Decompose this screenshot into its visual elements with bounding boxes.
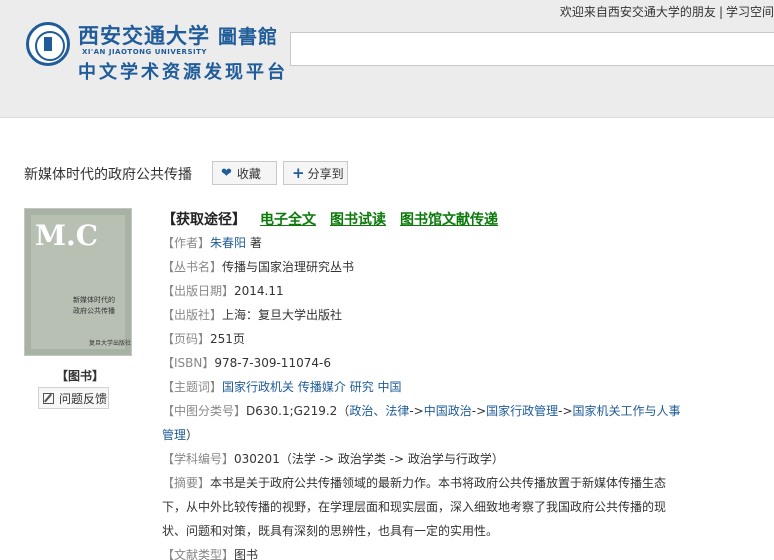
- logo-subtitle: 中文学术资源发现平台: [78, 62, 288, 83]
- subject-link[interactable]: 传播媒介: [298, 380, 346, 394]
- date-value: 2014.11: [234, 284, 284, 298]
- cover-title-line-2: 政府公共传播: [73, 307, 115, 315]
- cover-publisher: 复旦大学出版社: [89, 340, 132, 347]
- publisher-value: 上海：复旦大学出版社: [222, 308, 343, 322]
- book-title: 新媒体时代的政府公共传播: [24, 167, 192, 183]
- abstract-label: 【摘要】: [162, 476, 211, 490]
- doctype-row: 【文献类型】图书: [162, 543, 682, 560]
- date-label: 【出版日期】: [162, 284, 235, 298]
- header: 西安交通大学 圖書館 XI'AN JIAOTONG UNIVERSITY 中文学术…: [0, 0, 774, 118]
- edit-icon: [43, 392, 54, 404]
- subject-row: 【主题词】国家行政机关 传播媒介 研究 中国: [162, 375, 682, 399]
- cover-artwork: M.C 新媒体时代的 政府公共传播 复旦大学出版社: [31, 215, 131, 349]
- logo-english: XI'AN JIAOTONG UNIVERSITY: [82, 48, 207, 56]
- clc-link[interactable]: 国家行政管理: [486, 404, 558, 418]
- doctype-value: 图书: [234, 548, 259, 560]
- author-link[interactable]: 朱春阳: [210, 236, 246, 250]
- clc-arrow: ->: [471, 404, 487, 418]
- pages-value: 251页: [210, 332, 245, 346]
- author-suffix: 著: [246, 236, 262, 250]
- author-label: 【作者】: [162, 236, 211, 250]
- feedback-label: 问题反馈: [59, 391, 108, 406]
- subject-link[interactable]: 中国: [378, 380, 402, 394]
- series-label: 【丛书名】: [162, 260, 223, 274]
- clc-close: ）: [186, 428, 199, 442]
- favorite-label: 收藏: [236, 166, 261, 181]
- series-row: 【丛书名】传播与国家治理研究丛书: [162, 255, 682, 279]
- abstract-text: 本书是关于政府公共传播领域的最新力作。本书将政府公共传播放置于新媒体传播生态下，…: [162, 476, 667, 538]
- heart-icon: ❤: [221, 165, 232, 181]
- clc-open: （: [337, 404, 350, 418]
- plus-icon: +: [292, 164, 305, 182]
- clc-link[interactable]: 政治、法律: [349, 404, 409, 418]
- discipline-label: 【学科编号】: [162, 452, 235, 466]
- clc-arrow: ->: [558, 404, 573, 418]
- share-button[interactable]: + 分享到: [283, 161, 348, 185]
- access-label: 【获取途径】: [162, 212, 246, 228]
- abstract-row: 【摘要】本书是关于政府公共传播领域的最新力作。本书将政府公共传播放置于新媒体传播…: [162, 471, 682, 543]
- isbn-value: 978-7-309-11074-6: [214, 356, 331, 370]
- subject-link[interactable]: 研究: [350, 380, 374, 394]
- isbn-label: 【ISBN】: [162, 356, 215, 370]
- clc-label: 【中图分类号】: [162, 404, 247, 418]
- welcome-bar: 欢迎来自西安交通大学的朋友 | 学习空间: [560, 3, 774, 20]
- discipline-row: 【学科编号】030201（法学 -> 政治学类 -> 政治学与行政学）: [162, 447, 682, 471]
- favorite-button[interactable]: ❤ 收藏: [212, 161, 277, 185]
- pages-row: 【页码】251页: [162, 327, 682, 351]
- feedback-button[interactable]: 问题反馈: [38, 387, 109, 409]
- title-row: 新媒体时代的政府公共传播 ❤ 收藏 + 分享到: [24, 160, 724, 186]
- clc-code: D630.1;G219.2: [246, 404, 338, 418]
- item-type-badge: 【图书】: [56, 369, 105, 383]
- author-row: 【作者】朱春阳 著: [162, 231, 682, 255]
- document-delivery-link[interactable]: 图书馆文献传递: [400, 209, 498, 229]
- cover-mc-text: M.C: [35, 219, 99, 252]
- preview-link[interactable]: 图书试读: [330, 209, 386, 229]
- publisher-row: 【出版社】上海：复旦大学出版社: [162, 303, 682, 327]
- publisher-label: 【出版社】: [162, 308, 223, 322]
- separator: |: [718, 5, 723, 19]
- share-label: 分享到: [307, 166, 344, 181]
- cover-title-line-1: 新媒体时代的: [73, 296, 115, 304]
- subject-label: 【主题词】: [162, 380, 223, 394]
- clc-link[interactable]: 中国政治: [424, 404, 472, 418]
- isbn-row: 【ISBN】978-7-309-11074-6: [162, 351, 682, 375]
- series-value: 传播与国家治理研究丛书: [222, 260, 355, 274]
- learning-space-link[interactable]: 学习空间: [726, 5, 774, 19]
- date-row: 【出版日期】2014.11: [162, 279, 682, 303]
- access-row: 【获取途径】 电子全文 图书试读 图书馆文献传递: [162, 208, 682, 230]
- pages-label: 【页码】: [162, 332, 211, 346]
- doctype-label: 【文献类型】: [162, 548, 235, 560]
- subject-link[interactable]: 国家行政机关: [222, 380, 294, 394]
- library-logo[interactable]: 西安交通大学 圖書館 XI'AN JIAOTONG UNIVERSITY 中文学术…: [26, 18, 285, 84]
- clc-arrow: ->: [409, 404, 424, 418]
- book-cover[interactable]: M.C 新媒体时代的 政府公共传播 复旦大学出版社: [24, 208, 132, 356]
- search-input[interactable]: [290, 32, 774, 66]
- clc-row: 【中图分类号】D630.1;G219.2（政治、法律->中国政治->国家行政管理…: [162, 399, 682, 447]
- welcome-text: 欢迎来自西安交通大学的朋友: [559, 5, 716, 19]
- book-details: 【获取途径】 电子全文 图书试读 图书馆文献传递 【作者】朱春阳 著 【丛书名】…: [162, 208, 682, 560]
- university-seal-icon: [26, 22, 70, 66]
- discipline-value: 030201（法学 -> 政治学类 -> 政治学与行政学）: [234, 452, 504, 466]
- fulltext-link[interactable]: 电子全文: [260, 209, 316, 229]
- logo-title: 西安交通大学 圖書館: [78, 23, 279, 48]
